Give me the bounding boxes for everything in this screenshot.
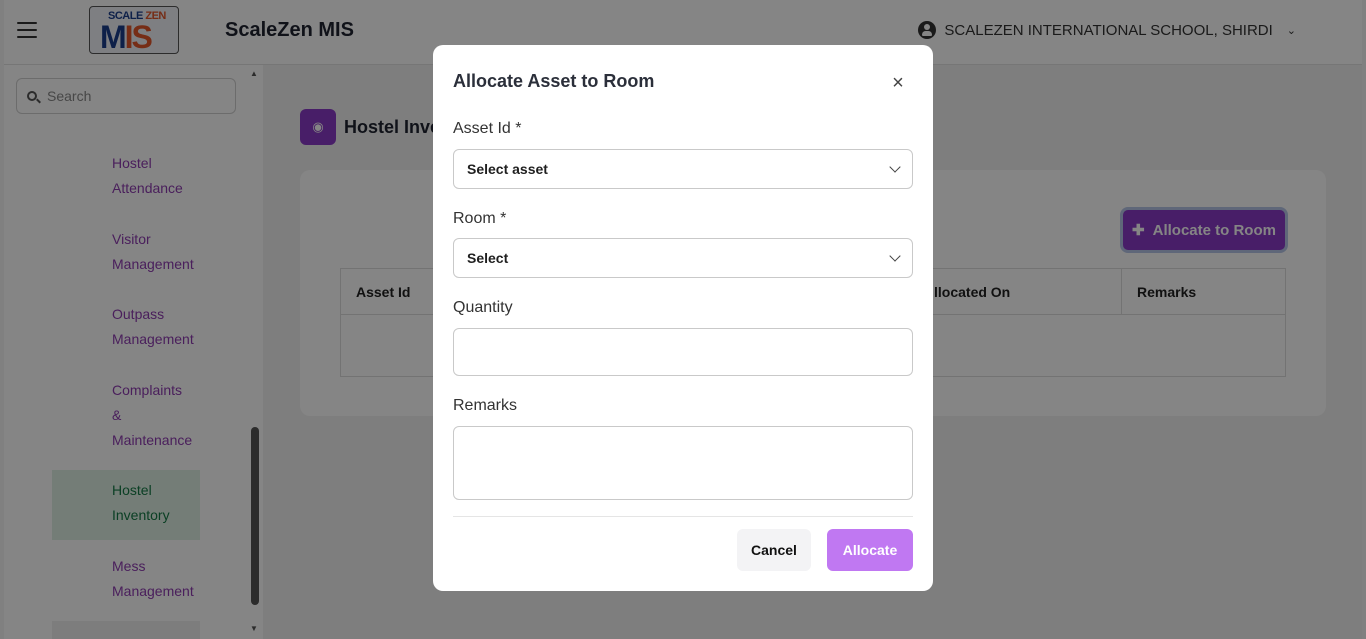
allocate-button[interactable]: Allocate (827, 529, 913, 571)
allocate-asset-dialog: Allocate Asset to Room × Asset Id * Sele… (433, 45, 933, 591)
chevron-down-icon (889, 161, 901, 173)
chevron-down-icon (889, 250, 901, 262)
room-label: Room * (453, 210, 507, 227)
cancel-button[interactable]: Cancel (737, 529, 811, 571)
dialog-title: Allocate Asset to Room (453, 71, 655, 91)
asset-id-value: Select asset (467, 161, 548, 177)
remarks-field[interactable] (453, 426, 913, 500)
remarks-label: Remarks (453, 397, 518, 414)
quantity-label: Quantity (453, 299, 513, 316)
asset-id-select[interactable]: Select asset (453, 149, 913, 189)
room-value: Select (467, 250, 509, 266)
asset-id-label: Asset Id * (453, 120, 522, 137)
close-icon[interactable]: × (888, 73, 908, 94)
quantity-field[interactable] (453, 328, 913, 376)
footer-divider (453, 516, 913, 517)
room-select[interactable]: Select (453, 238, 913, 278)
